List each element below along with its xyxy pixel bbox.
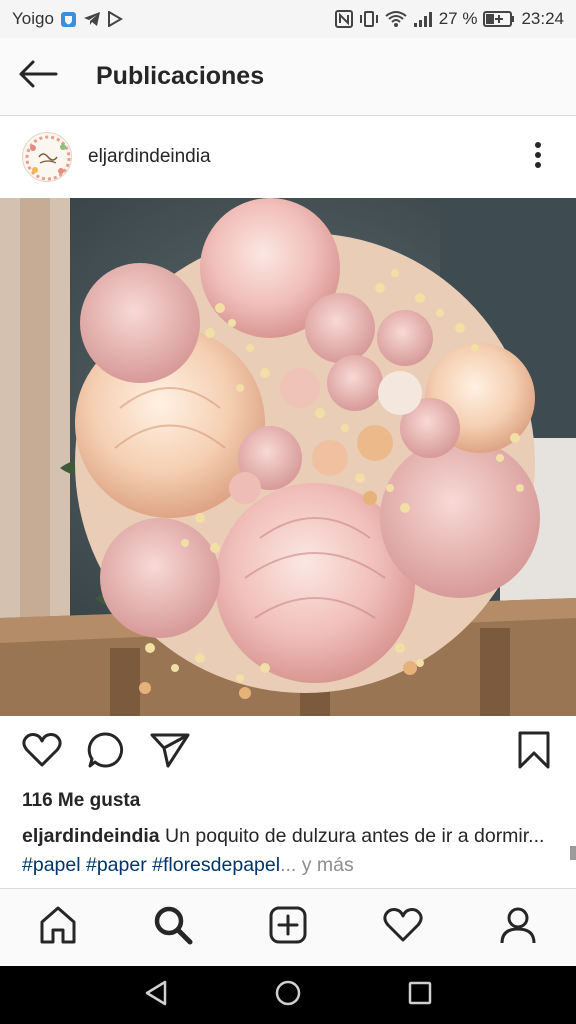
caption-username[interactable]: eljardindeindia	[22, 825, 160, 847]
system-home-button[interactable]	[263, 970, 313, 1020]
likes-count[interactable]: 116 Me gusta	[22, 790, 140, 812]
telegram-icon	[83, 11, 101, 27]
hashtag[interactable]: #floresdepapel	[152, 854, 280, 876]
hashtag[interactable]: #paper	[86, 854, 147, 876]
caption-ellipsis: ...	[280, 854, 297, 876]
clock: 23:24	[521, 9, 564, 28]
back-button[interactable]	[0, 38, 76, 116]
system-back-button[interactable]	[131, 970, 181, 1020]
home-icon	[38, 905, 78, 950]
post-action-bar	[0, 716, 576, 788]
post-header: eljardindeindia	[0, 117, 576, 197]
more-vertical-icon	[534, 141, 542, 174]
search-icon	[153, 905, 193, 950]
square-recents-icon	[407, 980, 433, 1011]
heart-icon	[22, 732, 62, 773]
carrier-label: Yoigo	[12, 9, 54, 28]
page-title: Publicaciones	[96, 62, 265, 90]
hashtag[interactable]: #papel	[22, 854, 81, 876]
save-button[interactable]	[512, 730, 556, 774]
bouquet-image	[0, 198, 576, 716]
wifi-icon	[385, 10, 407, 28]
more-options-button[interactable]	[528, 137, 548, 177]
post-photo[interactable]	[0, 198, 576, 716]
battery-percent: 27 %	[438, 9, 478, 28]
system-nav-bar	[0, 966, 576, 1024]
signal-icon	[413, 10, 433, 28]
avatar[interactable]	[22, 132, 72, 182]
nav-activity[interactable]	[373, 898, 433, 958]
send-icon	[150, 732, 190, 773]
status-bar: Yoigo 27 % 23:24	[0, 0, 576, 38]
post-username[interactable]: eljardindeindia	[88, 146, 211, 168]
shield-icon	[60, 11, 77, 28]
circle-home-icon	[274, 979, 302, 1012]
nav-profile[interactable]	[488, 898, 548, 958]
post-caption: eljardindeindia Un poquito de dulzura an…	[22, 822, 562, 880]
comment-icon	[87, 731, 125, 774]
like-button[interactable]	[20, 730, 64, 774]
play-store-icon	[107, 11, 123, 27]
bookmark-icon	[517, 731, 551, 774]
battery-icon	[483, 10, 515, 28]
comment-button[interactable]	[84, 730, 128, 774]
profile-icon	[498, 905, 538, 950]
vibrate-icon	[359, 10, 379, 28]
system-recents-button[interactable]	[395, 970, 445, 1020]
triangle-back-icon	[143, 979, 169, 1012]
nav-home[interactable]	[28, 898, 88, 958]
scrollbar-thumb[interactable]	[570, 846, 576, 860]
more-link[interactable]: y más	[302, 854, 354, 876]
nav-search[interactable]	[143, 898, 203, 958]
arrow-left-icon	[18, 59, 58, 94]
bottom-nav	[0, 888, 576, 966]
nav-new-post[interactable]	[258, 898, 318, 958]
heart-icon	[383, 907, 423, 948]
add-post-icon	[268, 905, 308, 950]
app-header: Publicaciones	[0, 38, 576, 116]
caption-text: Un poquito de dulzura antes de ir a dorm…	[165, 825, 545, 847]
nfc-icon	[334, 10, 353, 28]
share-button[interactable]	[148, 730, 192, 774]
